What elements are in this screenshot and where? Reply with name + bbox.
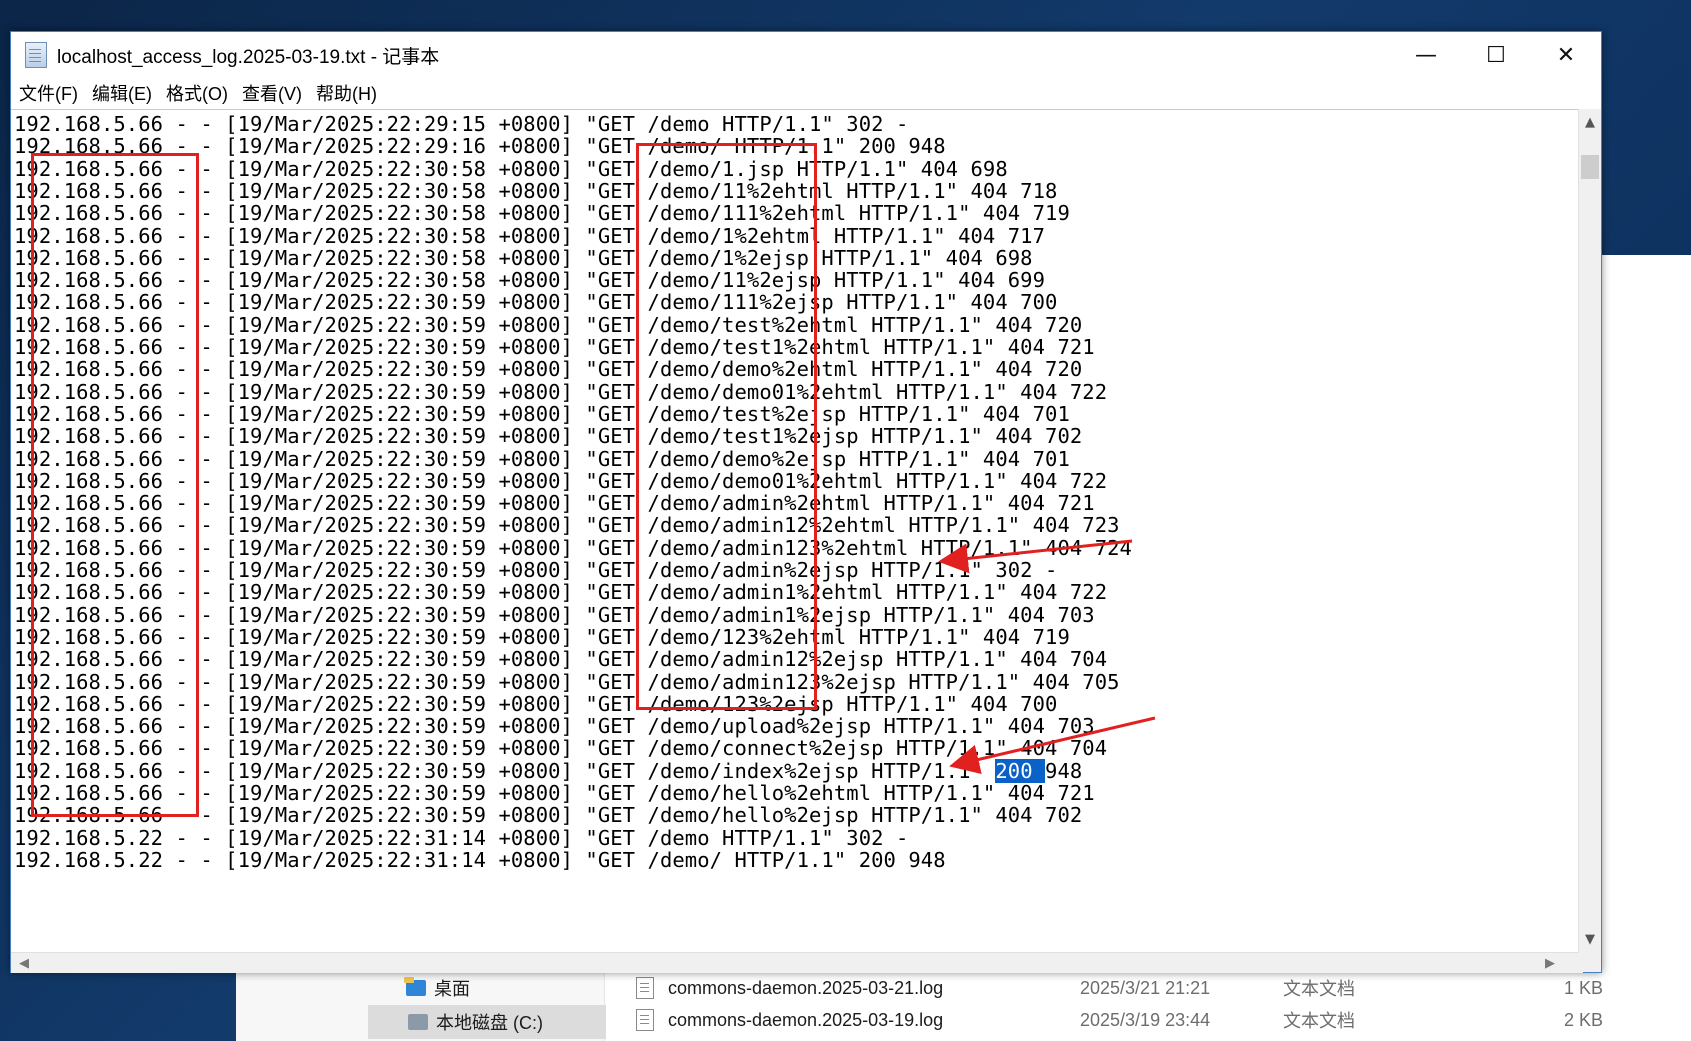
arrow-to-200	[949, 716, 1156, 775]
annotation-arrows	[938, 539, 1156, 775]
arrow-to-302	[938, 539, 1133, 574]
